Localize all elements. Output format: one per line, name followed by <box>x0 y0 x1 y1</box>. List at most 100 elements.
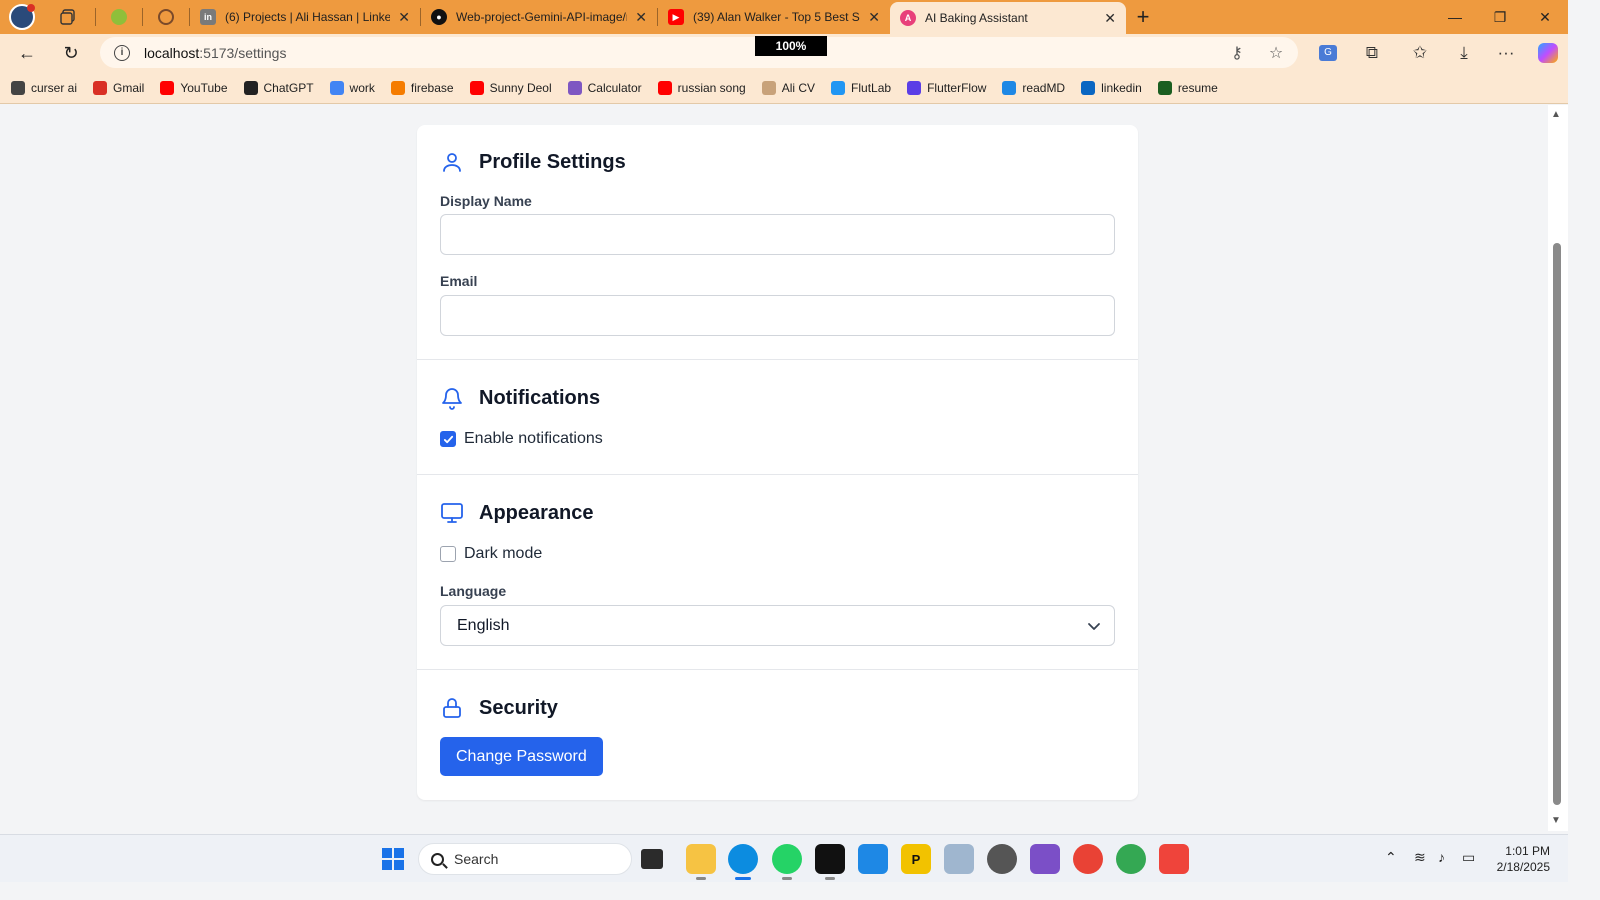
system-clock[interactable]: 1:01 PM 2/18/2025 <box>1486 843 1550 875</box>
favorite-star-icon[interactable]: ☆ <box>1261 37 1291 68</box>
whatsapp-icon[interactable] <box>772 844 802 880</box>
file-explorer-icon[interactable] <box>686 844 716 880</box>
tab-linkedin[interactable]: in (6) Projects | Ali Hassan | LinkedIn … <box>190 0 420 34</box>
bookmark-label: FlutLab <box>851 80 892 95</box>
profile-header: Profile Settings <box>440 150 626 174</box>
page-scrollbar[interactable]: ▲ ▼ <box>1548 105 1568 831</box>
translate-icon[interactable]: G <box>1308 34 1348 72</box>
windows-start-icon[interactable] <box>382 848 404 870</box>
restore-icon[interactable]: ❐ <box>1477 0 1523 34</box>
enable-notifications-label: Enable notifications <box>464 430 603 447</box>
zoom-indicator: 100% <box>755 36 827 56</box>
visual-studio-icon[interactable] <box>1030 844 1060 874</box>
wifi-icon[interactable]: ≋ <box>1414 849 1426 866</box>
bookmark-item[interactable]: readMD <box>1002 80 1065 95</box>
bookmark-label: firebase <box>410 80 454 95</box>
linkedin-icon: in <box>200 9 216 25</box>
pinned-tab-fiverr-icon[interactable] <box>96 0 142 34</box>
bookmark-item[interactable]: resume <box>1157 80 1218 95</box>
bookmark-favicon-icon <box>329 80 344 95</box>
site-info-icon[interactable]: i <box>114 44 130 61</box>
capcut-icon[interactable] <box>815 844 845 880</box>
battery-icon[interactable]: ▭ <box>1462 849 1475 866</box>
task-view-icon[interactable] <box>641 849 663 869</box>
email-input[interactable] <box>440 295 1115 336</box>
back-button[interactable]: ← <box>9 37 45 69</box>
anydesk-icon[interactable] <box>1159 844 1189 874</box>
bookmark-favicon-icon <box>469 80 484 95</box>
enable-notifications-row[interactable]: Enable notifications <box>440 430 603 448</box>
more-menu-icon[interactable]: ··· <box>1486 34 1526 72</box>
bookmark-item[interactable]: linkedin <box>1081 80 1142 95</box>
dark-mode-label: Dark mode <box>464 545 543 562</box>
copilot-icon[interactable] <box>1528 34 1568 72</box>
extensions-icon[interactable]: ⧉ <box>1352 34 1392 72</box>
bell-icon <box>442 388 462 410</box>
bookmark-item[interactable]: YouTube <box>160 80 228 95</box>
bookmark-item[interactable]: work <box>329 80 375 95</box>
tab-github[interactable]: ● Web-project-Gemini-API-image/r ✕ <box>421 0 657 34</box>
bookmark-favicon-icon <box>160 80 175 95</box>
bookmark-label: Calculator <box>587 80 642 95</box>
bookmark-item[interactable]: russian song <box>657 80 746 95</box>
key-icon[interactable]: ⚷ <box>1222 37 1252 68</box>
bookmark-item[interactable]: ChatGPT <box>243 80 314 95</box>
close-tab-icon[interactable]: ✕ <box>868 9 880 26</box>
edge-icon[interactable] <box>728 844 758 880</box>
scroll-down-icon[interactable]: ▼ <box>1551 815 1561 826</box>
dark-mode-row[interactable]: Dark mode <box>440 545 542 563</box>
close-tab-icon[interactable]: ✕ <box>1104 10 1116 27</box>
taskbar-search-label: Search <box>454 851 499 867</box>
bookmark-favicon-icon <box>761 80 776 95</box>
pinned-tab-icon[interactable] <box>143 0 189 34</box>
bookmark-favicon-icon <box>1157 80 1172 95</box>
bookmark-favicon-icon <box>390 80 405 95</box>
app-yellow-icon[interactable]: P <box>901 844 931 874</box>
app-icon: A <box>900 10 916 26</box>
close-tab-icon[interactable]: ✕ <box>635 9 647 26</box>
security-header: Security <box>440 696 558 720</box>
user-icon <box>443 153 461 172</box>
chevron-down-icon <box>1088 623 1100 630</box>
volume-icon[interactable]: ♪ <box>1438 849 1445 865</box>
vscode-icon[interactable] <box>858 844 888 874</box>
workspaces-icon[interactable] <box>51 0 85 34</box>
new-tab-button[interactable]: + <box>1126 0 1160 34</box>
dark-mode-checkbox[interactable] <box>440 546 456 562</box>
alarm-clock-icon[interactable] <box>987 844 1017 874</box>
bookmark-item[interactable]: curser ai <box>11 80 77 95</box>
favorites-icon[interactable]: ✩ <box>1400 34 1440 72</box>
close-window-icon[interactable]: ✕ <box>1522 0 1568 34</box>
profile-avatar[interactable] <box>9 4 35 30</box>
url-host: localhost <box>144 44 200 61</box>
tab-youtube[interactable]: ▶ (39) Alan Walker - Top 5 Best Son ✕ <box>658 0 890 34</box>
display-name-input[interactable] <box>440 214 1115 255</box>
downloads-icon[interactable]: ⤓ <box>1444 34 1484 72</box>
monitor-app-icon[interactable] <box>944 844 974 874</box>
bookmark-item[interactable]: Calculator <box>567 80 642 95</box>
scroll-up-icon[interactable]: ▲ <box>1551 109 1561 120</box>
show-hidden-icons-icon[interactable]: ⌃ <box>1385 849 1397 866</box>
scroll-thumb[interactable] <box>1553 243 1561 805</box>
taskbar-search[interactable]: Search <box>418 843 632 875</box>
chrome-icon[interactable] <box>1116 844 1146 874</box>
bookmark-item[interactable]: firebase <box>390 80 454 95</box>
bookmark-item[interactable]: Gmail <box>93 80 144 95</box>
enable-notifications-checkbox[interactable] <box>440 431 456 447</box>
tab-title: Web-project-Gemini-API-image/r <box>456 10 628 24</box>
bookmark-item[interactable]: FlutterFlow <box>907 80 987 95</box>
reload-button[interactable]: ↻ <box>53 37 89 69</box>
bookmark-item[interactable]: Ali CV <box>761 80 815 95</box>
change-password-button[interactable]: Change Password <box>440 737 603 776</box>
bookmark-label: YouTube <box>180 80 228 95</box>
chrome-profile-icon[interactable] <box>1073 844 1103 874</box>
minimize-icon[interactable]: — <box>1432 0 1478 34</box>
bookmark-item[interactable]: Sunny Deol <box>469 80 552 95</box>
appearance-title: Appearance <box>479 501 594 524</box>
tab-ai-baking-assistant[interactable]: A AI Baking Assistant ✕ <box>890 2 1126 34</box>
address-bar[interactable]: i localhost:5173/settings ⚷ ☆ <box>100 37 1298 68</box>
bookmark-label: FlutterFlow <box>927 80 987 95</box>
language-select[interactable]: English <box>440 605 1115 646</box>
close-tab-icon[interactable]: ✕ <box>398 9 410 26</box>
bookmark-item[interactable]: FlutLab <box>831 80 892 95</box>
